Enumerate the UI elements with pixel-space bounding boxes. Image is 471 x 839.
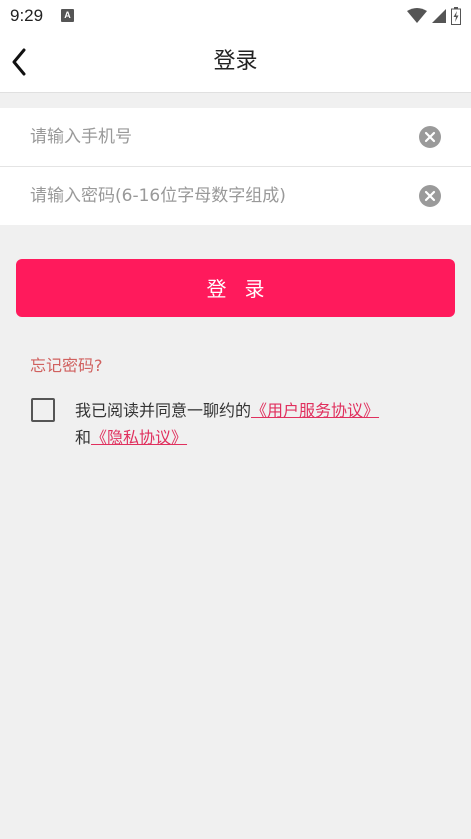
signal-icon (432, 9, 446, 23)
phone-input[interactable] (30, 108, 410, 166)
agreement-and: 和 (75, 428, 92, 447)
notification-badge-icon: A (61, 9, 74, 22)
status-time: 9:29 (10, 6, 44, 25)
phone-clear-button[interactable] (419, 126, 441, 148)
status-bar: 9:29 A (0, 0, 471, 32)
top-bar: 登录 (0, 32, 471, 93)
wifi-icon (407, 8, 427, 23)
back-button[interactable] (4, 46, 34, 78)
chevron-left-icon (12, 48, 26, 76)
status-icons (407, 6, 461, 26)
password-clear-button[interactable] (419, 185, 441, 207)
clear-circle-icon (424, 190, 436, 202)
agreement-checkbox[interactable] (31, 398, 55, 422)
user-agreement-link[interactable]: 《用户服务协议》 (251, 401, 379, 420)
forgot-password-link[interactable]: 忘记密码? (30, 352, 103, 376)
agreement-prefix: 我已阅读并同意一聊约的 (75, 401, 252, 420)
page-title: 登录 (213, 49, 258, 74)
battery-icon (451, 7, 461, 25)
phone-row (0, 108, 471, 166)
privacy-policy-link[interactable]: 《隐私协议》 (91, 428, 187, 447)
password-input[interactable] (30, 167, 410, 225)
login-button[interactable]: 登录 (16, 259, 455, 317)
clear-circle-icon (424, 131, 436, 143)
password-row (0, 167, 471, 225)
agreement-text: 我已阅读并同意一聊约的《用户服务协议》 和《隐私协议》 (75, 397, 445, 451)
